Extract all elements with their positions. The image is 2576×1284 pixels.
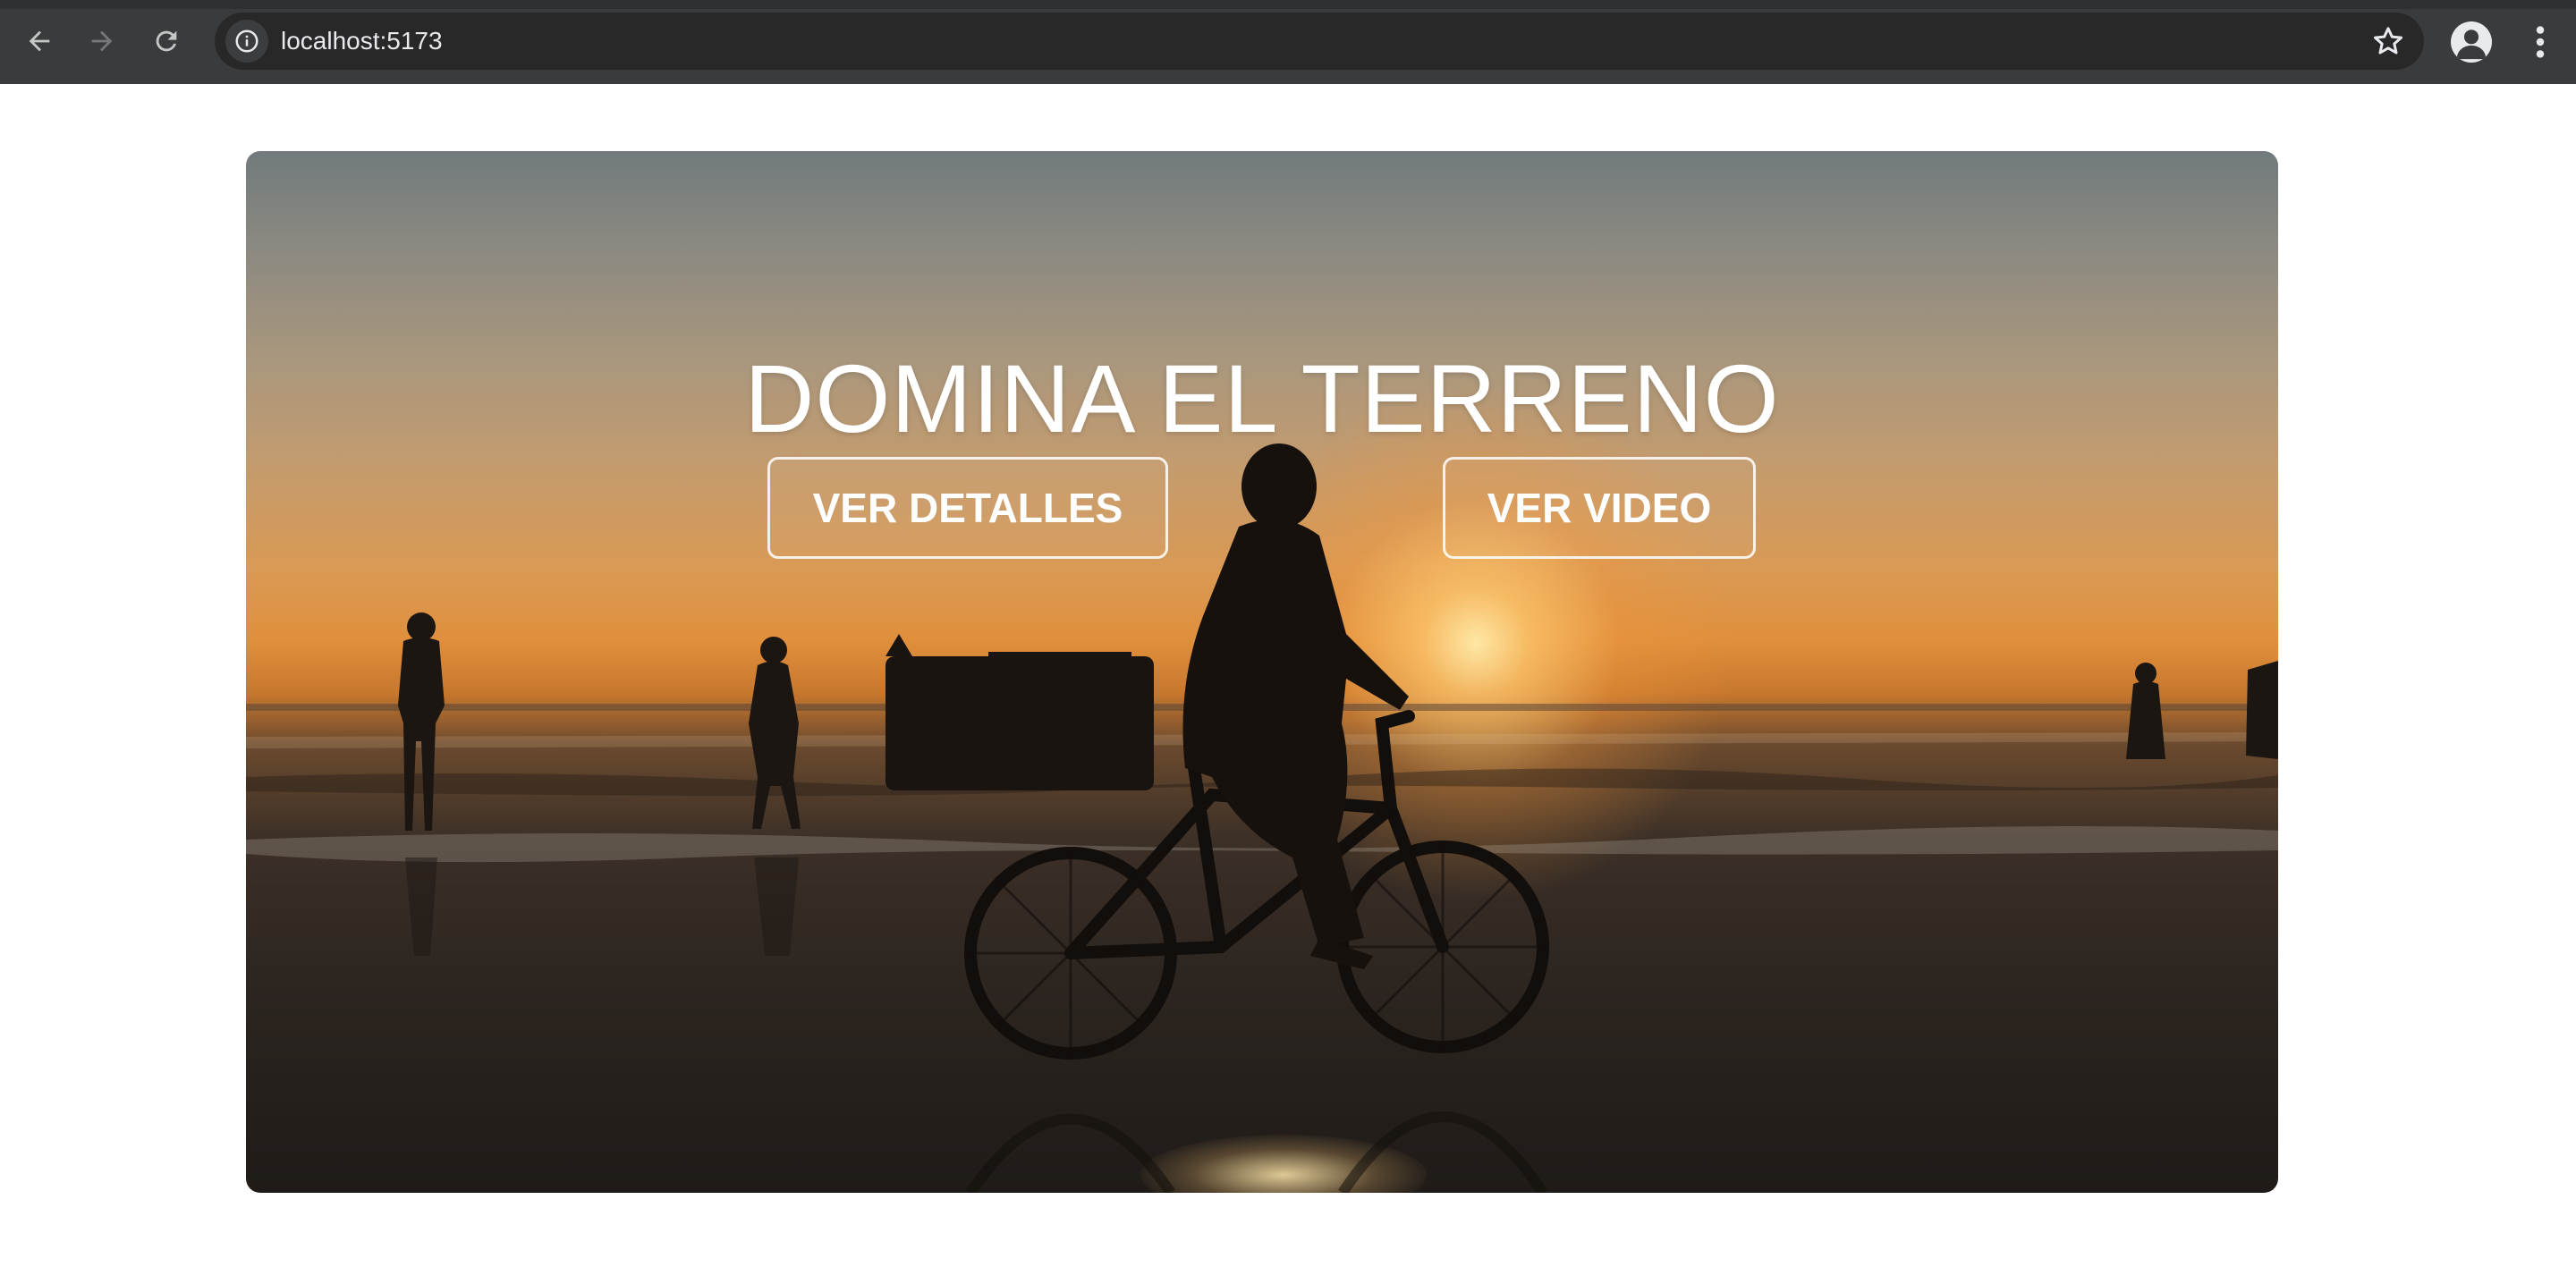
bicycle-spokes <box>970 847 1543 1053</box>
reload-icon[interactable] <box>145 20 188 63</box>
cargo-basket <box>886 634 1154 790</box>
bicycle-reflection <box>966 1111 1548 1193</box>
back-arrow-icon[interactable] <box>18 20 61 63</box>
ver-detalles-button[interactable]: VER DETALLES <box>767 457 1168 559</box>
address-bar[interactable]: localhost:5173 <box>215 13 2424 70</box>
person-middle-reflection <box>754 857 799 956</box>
person-left-silhouette <box>398 612 445 831</box>
info-icon[interactable] <box>225 20 268 63</box>
forward-arrow-icon[interactable] <box>80 20 123 63</box>
kebab-menu-icon[interactable] <box>2522 21 2558 63</box>
star-icon[interactable] <box>2370 23 2406 59</box>
person-middle-silhouette <box>749 637 801 829</box>
beach-silhouette-scene <box>246 443 2278 1193</box>
ver-video-button[interactable]: VER VIDEO <box>1443 457 1756 559</box>
tab-strip <box>0 0 2576 9</box>
url-text[interactable]: localhost:5173 <box>281 13 443 70</box>
browser-toolbar: localhost:5173 <box>0 0 2576 84</box>
bicycle-wheels <box>964 841 1549 1060</box>
hero-banner: DOMINA EL TERRENO VER DETALLES VER VIDEO <box>246 151 2278 1193</box>
hero-title: DOMINA EL TERRENO <box>744 344 1780 453</box>
person-left-reflection <box>405 857 437 956</box>
profile-icon[interactable] <box>2451 21 2492 63</box>
